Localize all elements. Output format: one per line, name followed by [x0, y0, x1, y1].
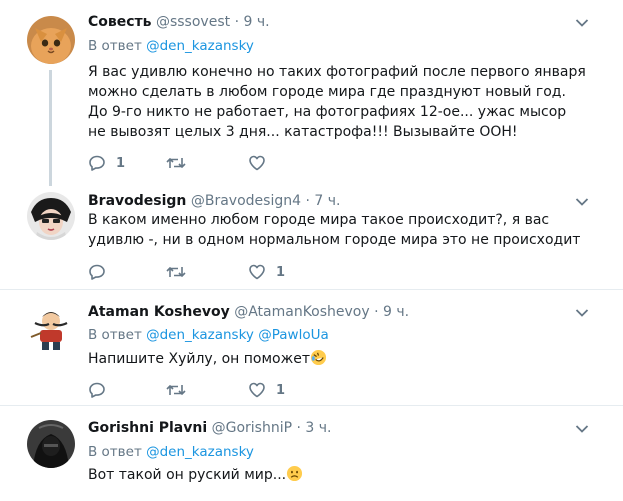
- reply-to-line: В ответ @den_kazansky: [88, 443, 254, 461]
- reply-button[interactable]: [88, 380, 116, 400]
- retweet-button[interactable]: [166, 153, 196, 173]
- author-handle[interactable]: @sssovest: [156, 14, 230, 30]
- like-button[interactable]: [248, 153, 276, 173]
- reply-to-line: В ответ @den_kazansky: [88, 37, 254, 55]
- reply-mention[interactable]: @den_kazansky: [146, 38, 254, 54]
- rolling-on-floor-laughing-icon: [310, 349, 327, 366]
- avatar-sovest[interactable]: [27, 16, 75, 64]
- author-handle[interactable]: @GorishniP: [212, 420, 292, 436]
- separator-dot: ·: [374, 304, 379, 320]
- tweet-text: Напишите Хуйлу, он поможет: [88, 349, 588, 369]
- author-name[interactable]: Gorishni Plavni: [88, 420, 207, 436]
- avatar-ataman[interactable]: [27, 303, 75, 351]
- tweet-ataman[interactable]: Ataman Koshevoy @AtamanKoshevoy · 9 ч. В…: [0, 290, 623, 405]
- separator-dot: ·: [305, 193, 310, 209]
- tweet-text-content: Вот такой он руский мир...: [88, 467, 287, 483]
- tweet-text: Вот такой он руский мир...: [88, 465, 588, 485]
- like-count: 1: [276, 382, 286, 398]
- reply-mention[interactable]: @den_kazansky: [146, 444, 254, 460]
- tweet-text-content: Напишите Хуйлу, он поможет: [88, 351, 310, 367]
- reply-icon: [89, 382, 105, 398]
- reply-to-line: В ответ @den_kazansky @PawloUa: [88, 326, 329, 344]
- retweet-icon: [166, 266, 186, 278]
- chevron-down-icon[interactable]: [575, 197, 589, 207]
- author-name[interactable]: Bravodesign: [88, 193, 186, 209]
- reply-mention[interactable]: @den_kazansky: [146, 327, 254, 343]
- reply-prefix: В ответ: [88, 444, 142, 460]
- timestamp[interactable]: 9 ч.: [383, 304, 409, 320]
- like-count: 1: [276, 264, 286, 280]
- like-button[interactable]: 1: [248, 380, 285, 400]
- retweet-button[interactable]: [166, 262, 196, 282]
- tweet-text: Я вас удивлю конечно но таких фотографий…: [88, 64, 586, 140]
- retweet-icon: [166, 157, 186, 169]
- reply-button[interactable]: 1: [88, 153, 125, 173]
- separator-dot: ·: [296, 420, 301, 436]
- timestamp[interactable]: 7 ч.: [314, 193, 340, 209]
- tweet-header: Ataman Koshevoy @AtamanKoshevoy · 9 ч.: [88, 303, 409, 321]
- timestamp[interactable]: 3 ч.: [305, 420, 331, 436]
- reply-button[interactable]: [88, 262, 116, 282]
- chevron-down-icon[interactable]: [575, 424, 589, 434]
- chevron-down-icon[interactable]: [575, 308, 589, 318]
- reply-prefix: В ответ: [88, 38, 142, 54]
- reply-icon: [89, 155, 105, 171]
- tweet-gorishni[interactable]: Gorishni Plavni @GorishniP · 3 ч. В отве…: [0, 406, 623, 501]
- reply-prefix: В ответ: [88, 327, 142, 343]
- frowning-face-icon: [287, 465, 303, 482]
- retweet-icon: [166, 384, 186, 396]
- tweet-sovest[interactable]: Совесть @sssovest · 9 ч. В ответ @den_ka…: [0, 0, 623, 188]
- heart-icon: [249, 264, 265, 280]
- author-handle[interactable]: @Bravodesign4: [191, 193, 301, 209]
- timestamp[interactable]: 9 ч.: [243, 14, 269, 30]
- heart-icon: [249, 155, 265, 171]
- reply-mention[interactable]: @PawloUa: [258, 327, 329, 343]
- author-name[interactable]: Ataman Koshevoy: [88, 304, 230, 320]
- tweet-bravodesign[interactable]: Bravodesign @Bravodesign4 · 7 ч. В каком…: [0, 188, 623, 288]
- retweet-button[interactable]: [166, 380, 196, 400]
- reply-icon: [89, 264, 105, 280]
- thread-line: [49, 70, 52, 186]
- tweet-text: В каком именно любом городе мира такое п…: [88, 212, 581, 248]
- reply-count: 1: [116, 155, 126, 171]
- avatar-gorishni[interactable]: [27, 420, 75, 468]
- author-name[interactable]: Совесть: [88, 14, 152, 30]
- avatar-bravodesign[interactable]: [27, 192, 75, 240]
- heart-icon: [249, 382, 265, 398]
- tweet-header: Совесть @sssovest · 9 ч.: [88, 13, 270, 31]
- author-handle[interactable]: @AtamanKoshevoy: [234, 304, 369, 320]
- tweet-header: Gorishni Plavni @GorishniP · 3 ч.: [88, 419, 332, 437]
- chevron-down-icon[interactable]: [575, 18, 589, 28]
- like-button[interactable]: 1: [248, 262, 285, 282]
- tweet-header: Bravodesign @Bravodesign4 · 7 ч.: [88, 192, 340, 210]
- separator-dot: ·: [234, 14, 240, 30]
